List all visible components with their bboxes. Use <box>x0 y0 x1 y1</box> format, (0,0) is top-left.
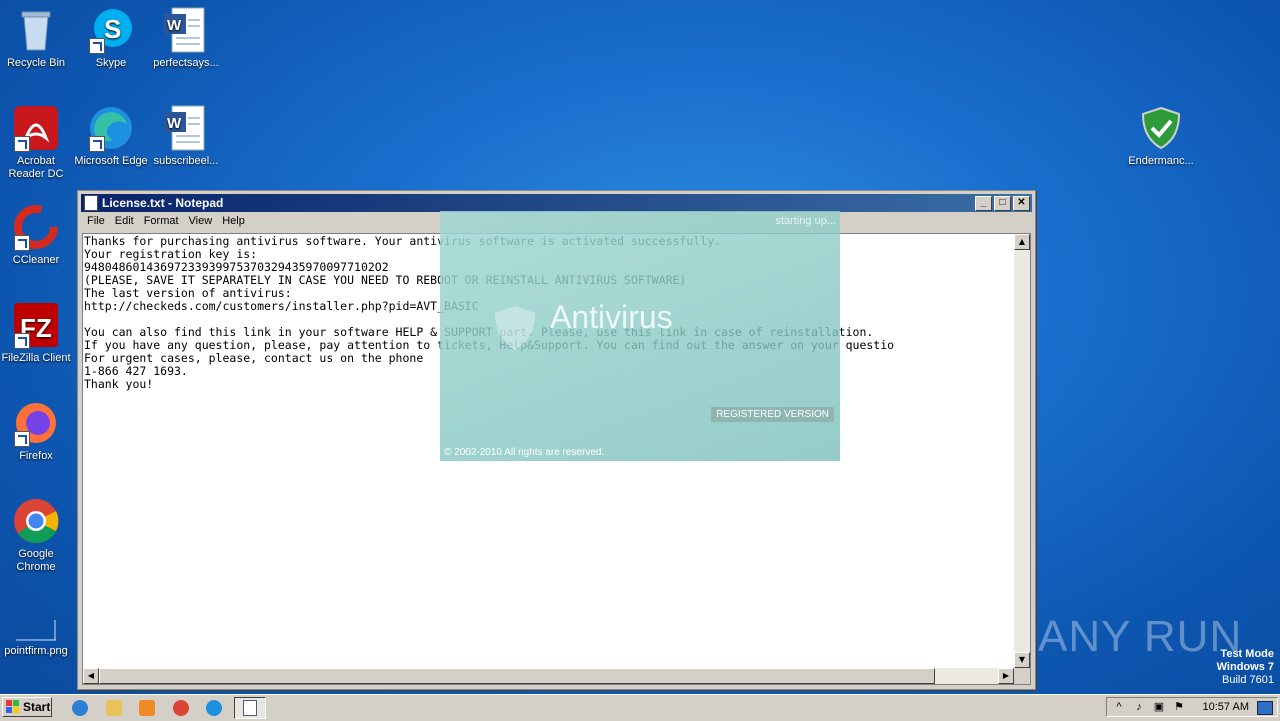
scroll-up-button[interactable]: ▲ <box>1014 234 1030 250</box>
vertical-scrollbar[interactable]: ▲ ▼ <box>1014 234 1030 668</box>
desktop-icon-skype[interactable]: S Skype <box>73 6 149 70</box>
test-mode-notice: Test Mode Windows 7 Build 7601 <box>1216 648 1274 686</box>
horizontal-scrollbar[interactable]: ◀ ▶ <box>83 668 1014 684</box>
minimize-button[interactable]: _ <box>975 196 992 211</box>
acrobat-icon <box>12 104 60 152</box>
window-titlebar[interactable]: License.txt - Notepad _ □ ✕ <box>81 194 1032 212</box>
menu-file[interactable]: File <box>82 214 110 231</box>
maximize-button[interactable]: □ <box>994 196 1011 211</box>
svg-text:W: W <box>167 115 182 132</box>
window-title: License.txt - Notepad <box>102 196 224 210</box>
shortcut-arrow-icon <box>89 136 105 152</box>
antivirus-splash: starting up... Antivirus REGISTERED VERS… <box>440 211 840 461</box>
notepad-icon <box>84 195 98 211</box>
show-desktop-icon[interactable] <box>1257 701 1273 715</box>
desktop-icon-perfectsays[interactable]: W perfectsays... <box>148 6 224 70</box>
edge-icon <box>87 104 135 152</box>
chrome-icon <box>12 497 60 545</box>
scroll-down-button[interactable]: ▼ <box>1014 652 1030 668</box>
anyrun-watermark: ANY RUN <box>1038 612 1243 661</box>
desktop-icon-filezilla[interactable]: FZ FileZilla Client <box>0 301 74 365</box>
desktop-icon-pointfirm[interactable]: pointfirm.png <box>0 612 74 658</box>
network-icon[interactable]: ▣ <box>1153 701 1165 713</box>
horizontal-scroll-thumb[interactable] <box>99 668 935 684</box>
resize-grip[interactable] <box>1014 668 1030 684</box>
desktop-icon-subscribeel[interactable]: W subscribeel... <box>148 104 224 168</box>
explorer-folder-icon[interactable] <box>106 700 122 716</box>
menu-bar: File Edit Format View Help <box>82 214 250 231</box>
word-document-icon: W <box>162 104 210 152</box>
shortcut-arrow-icon <box>14 235 30 251</box>
firefox-icon <box>12 399 60 447</box>
window-controls: _ □ ✕ <box>975 196 1030 211</box>
skype-icon: S <box>87 6 135 54</box>
splash-status: starting up... <box>775 215 836 227</box>
security-shield-icon <box>1137 104 1185 152</box>
menu-format[interactable]: Format <box>139 214 184 231</box>
filezilla-icon: FZ <box>12 301 60 349</box>
splash-brand: Antivirus <box>550 299 673 335</box>
menu-edit[interactable]: Edit <box>110 214 139 231</box>
notepad-taskbar-icon <box>243 700 257 716</box>
desktop-icon-acrobat[interactable]: Acrobat Reader DC <box>0 104 74 181</box>
clock[interactable]: 10:57 AM <box>1203 701 1249 713</box>
desktop-icon-firefox[interactable]: Firefox <box>0 399 74 463</box>
chrome-taskbar-icon[interactable] <box>173 700 189 716</box>
desktop-icon-endermanch[interactable]: Endermanc... <box>1123 104 1199 168</box>
shortcut-arrow-icon <box>14 136 30 152</box>
edge-taskbar-icon[interactable] <box>206 700 222 716</box>
windows-logo-icon <box>6 700 19 713</box>
word-document-icon: W <box>162 6 210 54</box>
taskbar: Start ^ ♪ ▣ ⚑ 10:57 AM <box>0 694 1280 721</box>
splash-copyright: © 2002-2010 All rights are reserved. <box>444 447 605 458</box>
desktop-icon-edge[interactable]: Microsoft Edge <box>73 104 149 168</box>
scroll-right-button[interactable]: ▶ <box>998 668 1014 684</box>
splash-shield-icon <box>495 306 535 350</box>
system-tray: ^ ♪ ▣ ⚑ 10:57 AM <box>1106 697 1278 717</box>
start-button[interactable]: Start <box>2 697 52 717</box>
desktop-icon-recycle-bin[interactable]: Recycle Bin <box>0 6 74 70</box>
svg-text:S: S <box>104 14 121 44</box>
recycle-bin-icon <box>12 6 60 54</box>
ccleaner-icon <box>12 203 60 251</box>
shortcut-arrow-icon <box>14 333 30 349</box>
ie-icon[interactable] <box>72 700 88 716</box>
shortcut-arrow-icon <box>14 431 30 447</box>
scroll-left-button[interactable]: ◀ <box>83 668 99 684</box>
desktop-icon-ccleaner[interactable]: CCleaner <box>0 203 74 267</box>
menu-view[interactable]: View <box>184 214 218 231</box>
show-hidden-icons-icon[interactable]: ^ <box>1113 701 1125 713</box>
desktop-icon-chrome[interactable]: Google Chrome <box>0 497 74 574</box>
media-player-icon[interactable] <box>139 700 155 716</box>
action-center-flag-icon[interactable]: ⚑ <box>1173 701 1185 713</box>
menu-help[interactable]: Help <box>217 214 250 231</box>
svg-text:W: W <box>167 17 182 34</box>
image-file-icon <box>12 612 60 642</box>
close-button[interactable]: ✕ <box>1013 196 1030 211</box>
taskbar-notepad-button[interactable] <box>234 697 266 719</box>
registered-badge: REGISTERED VERSION <box>711 407 834 422</box>
volume-icon[interactable]: ♪ <box>1133 701 1145 713</box>
shortcut-arrow-icon <box>89 38 105 54</box>
